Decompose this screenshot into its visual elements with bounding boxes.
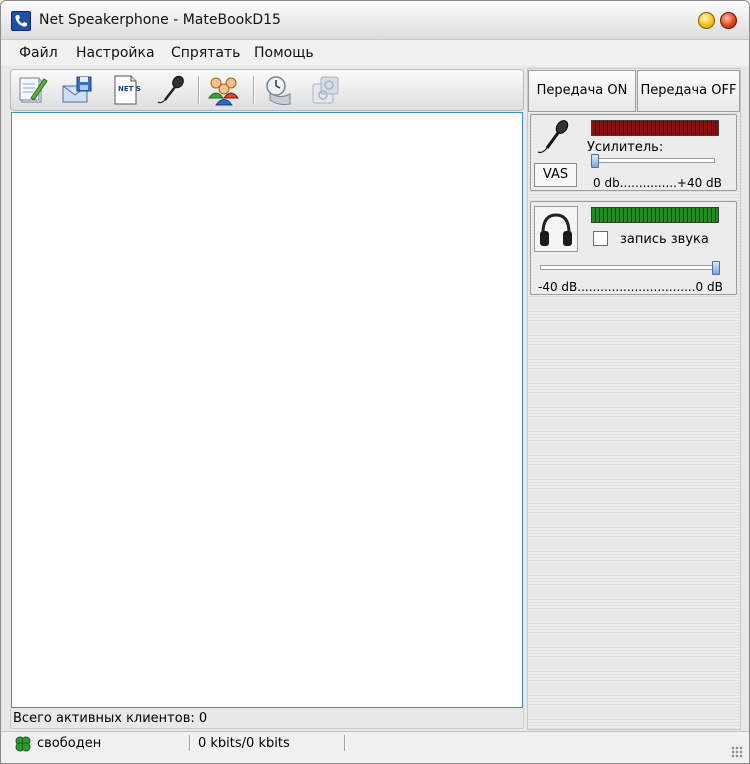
active-clients-label: Всего активных клиентов: 0 (13, 711, 208, 726)
bitrate-status: 0 kbits/0 kbits (198, 736, 290, 751)
close-button[interactable] (720, 12, 737, 29)
settings-disabled-icon[interactable] (309, 74, 341, 106)
volume-slider-track[interactable] (540, 265, 720, 270)
toolbar-separator (253, 76, 255, 104)
vas-button[interactable]: VAS (534, 163, 577, 187)
app-window: Net Speakerphone - MateBookD15 Файл Наст… (0, 0, 750, 764)
volume-slider-thumb[interactable] (712, 261, 720, 275)
gain-label: Усилитель: (587, 140, 664, 155)
mic-level-meter (591, 120, 719, 136)
resize-grip[interactable] (731, 746, 743, 758)
microphone-icon[interactable] (155, 74, 187, 106)
title-bar[interactable]: Net Speakerphone - MateBookD15 (1, 1, 749, 40)
record-sound-label: запись звука (620, 232, 709, 247)
headphones-button[interactable] (534, 206, 578, 252)
gain-slider-track[interactable] (591, 158, 715, 163)
clover-status-icon (13, 735, 33, 756)
menu-hide[interactable]: Спрятать (171, 45, 240, 61)
toolbar-separator (198, 76, 200, 104)
clients-list[interactable] (11, 112, 523, 708)
record-sound-checkbox[interactable] (593, 231, 608, 246)
status-separator (189, 735, 191, 751)
menu-file[interactable]: Файл (19, 45, 58, 61)
net-send-icon[interactable]: NET SEND (109, 74, 158, 106)
volume-scale-label: -40 dB...............................0 d… (538, 280, 723, 294)
menu-help[interactable]: Помощь (254, 45, 314, 61)
toolbar: NET SEND (10, 69, 524, 111)
status-bar: свободен 0 kbits/0 kbits (1, 731, 749, 763)
gain-scale-label: 0 db...............+40 dB (593, 176, 722, 190)
speaker-level-meter (591, 207, 719, 223)
phone-app-icon (11, 11, 31, 31)
menu-bar: Файл Настройка Спрятать Помощь (1, 40, 749, 66)
minimize-button[interactable] (698, 12, 715, 29)
connection-status: свободен (37, 736, 102, 751)
status-separator (344, 735, 346, 751)
clock-schedule-icon[interactable] (262, 74, 294, 106)
gain-slider-thumb[interactable] (591, 154, 599, 168)
microphone-icon (536, 118, 572, 165)
transmit-on-button[interactable]: Передача ON (528, 70, 636, 112)
transmit-off-button[interactable]: Передача OFF (637, 70, 740, 112)
users-group-icon[interactable] (207, 74, 239, 106)
mail-floppy-icon[interactable] (61, 74, 93, 106)
menu-settings[interactable]: Настройка (76, 45, 155, 61)
notepad-pen-icon[interactable] (17, 74, 49, 106)
window-title: Net Speakerphone - MateBookD15 (39, 12, 281, 28)
svg-text:NET SEND: NET SEND (118, 85, 141, 93)
